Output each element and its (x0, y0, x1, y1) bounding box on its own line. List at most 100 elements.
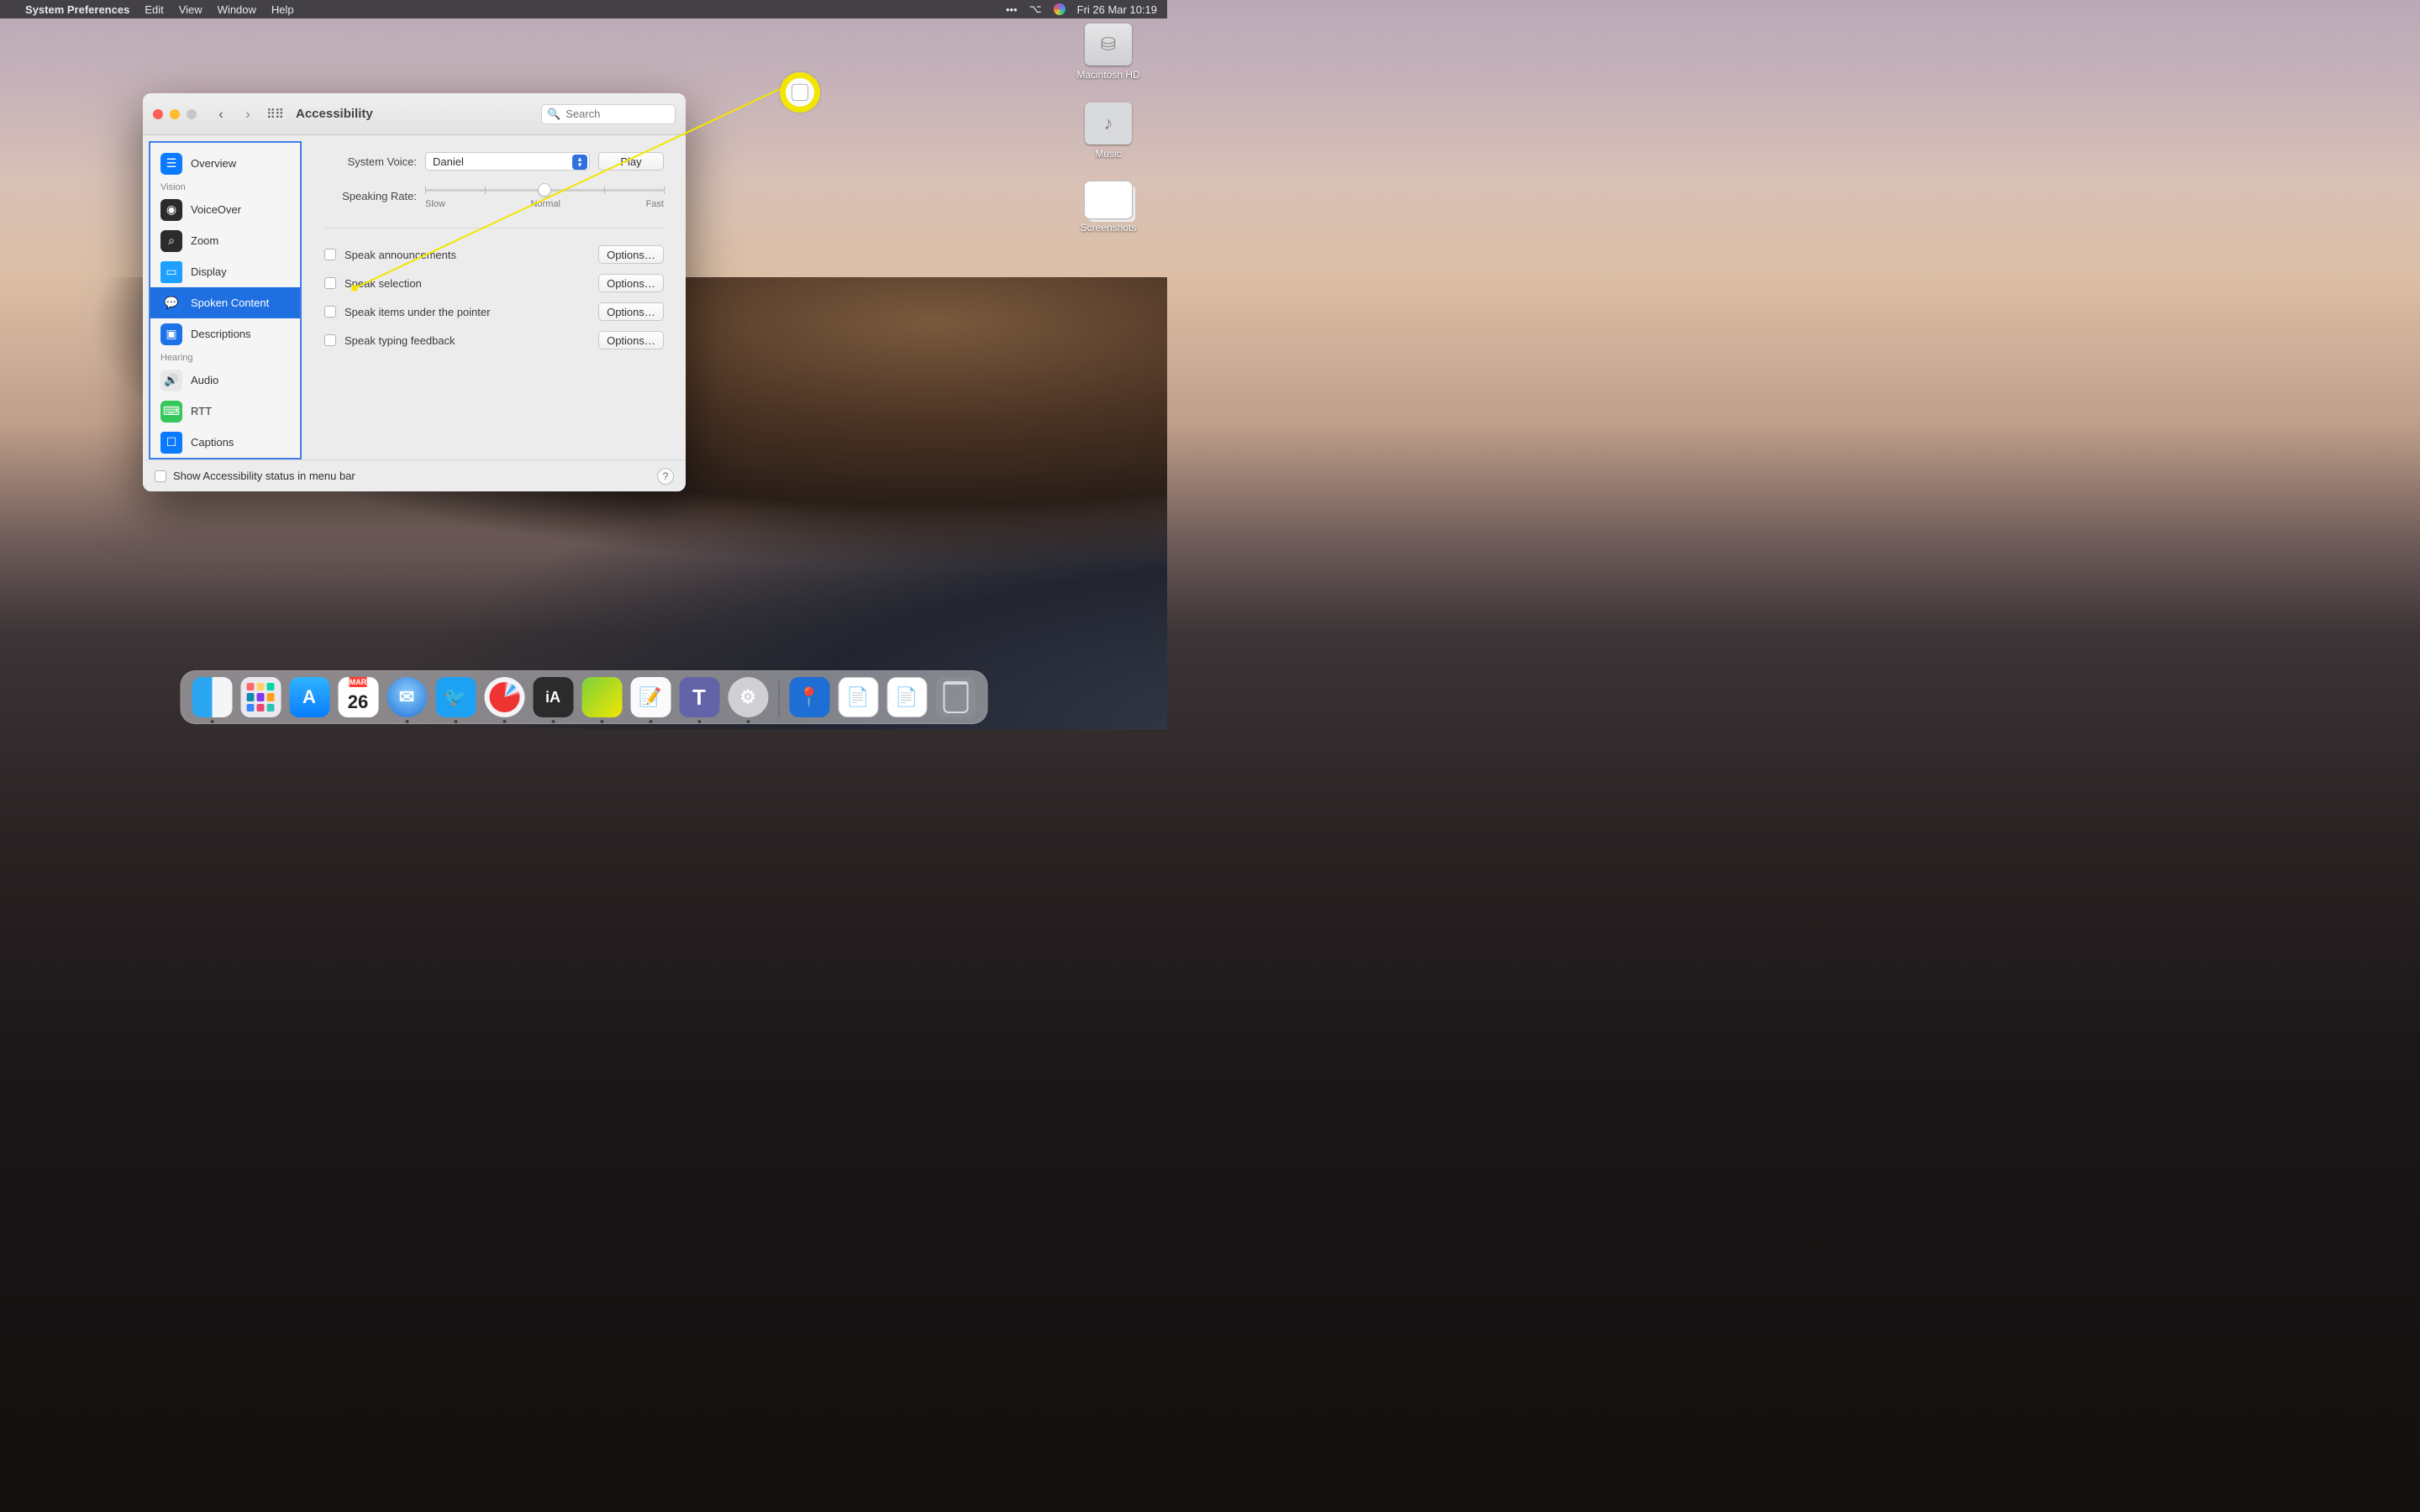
desktop-icon-label: Screenshots (1062, 222, 1155, 234)
help-button[interactable]: ? (657, 468, 674, 485)
slider-thumb[interactable] (538, 183, 551, 197)
sidebar-item-label: RTT (191, 405, 212, 417)
sidebar-item-overview[interactable]: ☰ Overview (150, 148, 300, 179)
control-center-icon[interactable]: ⌥ (1029, 3, 1042, 16)
sidebar-item-captions[interactable]: ☐ Captions (150, 427, 300, 458)
show-status-checkbox[interactable] (155, 470, 166, 482)
dock-thunderbird[interactable]: ✉ (387, 677, 427, 717)
dock-finder[interactable] (192, 677, 232, 717)
speak-announcements-checkbox[interactable] (324, 249, 336, 260)
speak-typing-checkbox[interactable] (324, 334, 336, 346)
speak-selection-options-button[interactable]: Options… (598, 274, 664, 292)
window-toolbar: ‹ › ⠿⠿ Accessibility 🔍 (143, 93, 686, 135)
dock: A MAR 26 ✉ 🐦 iA 📝 T ⚙ 📍 📄 📄 (180, 670, 987, 724)
captions-icon: ☐ (160, 432, 182, 454)
dock-calendar[interactable]: MAR 26 (338, 677, 378, 717)
sidebar-item-label: Zoom (191, 234, 218, 247)
overview-icon: ☰ (160, 153, 182, 175)
speak-pointer-options-button[interactable]: Options… (598, 302, 664, 321)
speak-selection-label: Speak selection (345, 277, 590, 290)
window-footer: Show Accessibility status in menu bar ? (143, 459, 686, 491)
search-input[interactable] (566, 108, 686, 120)
system-voice-select[interactable]: Daniel ▴▾ (425, 152, 590, 171)
sidebar-item-display[interactable]: ▭ Display (150, 256, 300, 287)
system-voice-label: System Voice: (324, 155, 417, 168)
speak-announcements-label: Speak announcements (345, 249, 590, 261)
music-folder-icon: ♪ (1085, 102, 1132, 144)
sidebar-item-label: Display (191, 265, 227, 278)
dock-appstore[interactable]: A (289, 677, 329, 717)
slider-label-fast: Fast (646, 199, 664, 209)
speaking-rate-label: Speaking Rate: (324, 190, 417, 202)
menubar-datetime[interactable]: Fri 26 Mar 10:19 (1077, 3, 1157, 16)
dock-calendar-month: MAR (350, 677, 367, 687)
dock-system-preferences[interactable]: ⚙ (728, 677, 768, 717)
sidebar-item-label: Spoken Content (191, 297, 269, 309)
dock-safari[interactable] (484, 677, 524, 717)
sidebar-group-vision: Vision (150, 179, 300, 194)
forward-button[interactable]: › (239, 105, 257, 123)
dock-tweetbot[interactable]: 🐦 (435, 677, 476, 717)
sidebar-item-label: Audio (191, 374, 218, 386)
speak-pointer-label: Speak items under the pointer (345, 306, 590, 318)
menu-edit[interactable]: Edit (145, 3, 163, 16)
annotation-highlight (780, 72, 820, 113)
speak-typing-row: Speak typing feedback Options… (324, 331, 664, 349)
window-title: Accessibility (296, 107, 373, 121)
menu-help[interactable]: Help (271, 3, 294, 16)
sidebar-item-label: Descriptions (191, 328, 251, 340)
dock-ia-writer[interactable]: iA (533, 677, 573, 717)
dock-separator (778, 680, 779, 717)
menu-window[interactable]: Window (218, 3, 256, 16)
zoom-icon: ⌕ (160, 230, 182, 252)
screenshots-folder-icon (1085, 181, 1132, 218)
system-preferences-window: ‹ › ⠿⠿ Accessibility 🔍 ☰ Overview Vision… (143, 93, 686, 491)
sidebar-item-spoken-content[interactable]: 💬 Spoken Content (150, 287, 300, 318)
back-button[interactable]: ‹ (212, 105, 230, 123)
desktop-icon-screenshots[interactable]: Screenshots (1066, 181, 1150, 234)
dock-app-xcode[interactable]: 📍 (789, 677, 829, 717)
zoom-button[interactable] (187, 109, 197, 119)
sidebar-item-audio[interactable]: 🔊 Audio (150, 365, 300, 396)
dock-textedit[interactable]: 📝 (630, 677, 671, 717)
trash-icon (943, 681, 968, 713)
sidebar-item-rtt[interactable]: ⌨ RTT (150, 396, 300, 427)
dock-calendar-day: 26 (348, 687, 368, 717)
sidebar-item-descriptions[interactable]: ▣ Descriptions (150, 318, 300, 349)
speak-typing-options-button[interactable]: Options… (598, 331, 664, 349)
compass-icon (489, 682, 519, 712)
menu-view[interactable]: View (179, 3, 203, 16)
speak-pointer-checkbox[interactable] (324, 306, 336, 318)
dock-app-green[interactable] (581, 677, 622, 717)
minimize-button[interactable] (170, 109, 180, 119)
app-menu[interactable]: System Preferences (25, 3, 129, 16)
search-icon: 🔍 (547, 108, 560, 121)
speak-typing-label: Speak typing feedback (345, 334, 590, 347)
sidebar-item-zoom[interactable]: ⌕ Zoom (150, 225, 300, 256)
speak-announcements-options-button[interactable]: Options… (598, 245, 664, 264)
audio-icon: 🔊 (160, 370, 182, 391)
show-all-button[interactable]: ⠿⠿ (266, 105, 284, 123)
overflow-icon[interactable]: ••• (1006, 3, 1018, 16)
speak-selection-checkbox[interactable] (324, 277, 336, 289)
sidebar-item-voiceover[interactable]: ◉ VoiceOver (150, 194, 300, 225)
desktop-icon-macintosh-hd[interactable]: ⛁ Macintosh HD (1066, 24, 1150, 81)
spoken-content-icon: 💬 (160, 292, 182, 314)
search-field[interactable]: 🔍 (541, 104, 676, 124)
dock-launchpad[interactable] (240, 677, 281, 717)
desktop-icon-music[interactable]: ♪ Music (1066, 102, 1150, 160)
dock-recent-doc-1[interactable]: 📄 (838, 677, 878, 717)
close-button[interactable] (153, 109, 163, 119)
speaking-rate-slider[interactable] (425, 182, 664, 197)
dock-trash[interactable] (935, 677, 976, 717)
dock-teams[interactable]: T (679, 677, 719, 717)
chevron-updown-icon: ▴▾ (572, 155, 587, 170)
sidebar-item-label: Overview (191, 157, 236, 170)
speak-announcements-row: Speak announcements Options… (324, 245, 664, 264)
accessibility-sidebar[interactable]: ☰ Overview Vision ◉ VoiceOver ⌕ Zoom ▭ D… (149, 141, 302, 459)
siri-icon[interactable] (1054, 3, 1065, 15)
speak-pointer-row: Speak items under the pointer Options… (324, 302, 664, 321)
descriptions-icon: ▣ (160, 323, 182, 345)
dock-recent-doc-2[interactable]: 📄 (886, 677, 927, 717)
window-controls (153, 109, 197, 119)
